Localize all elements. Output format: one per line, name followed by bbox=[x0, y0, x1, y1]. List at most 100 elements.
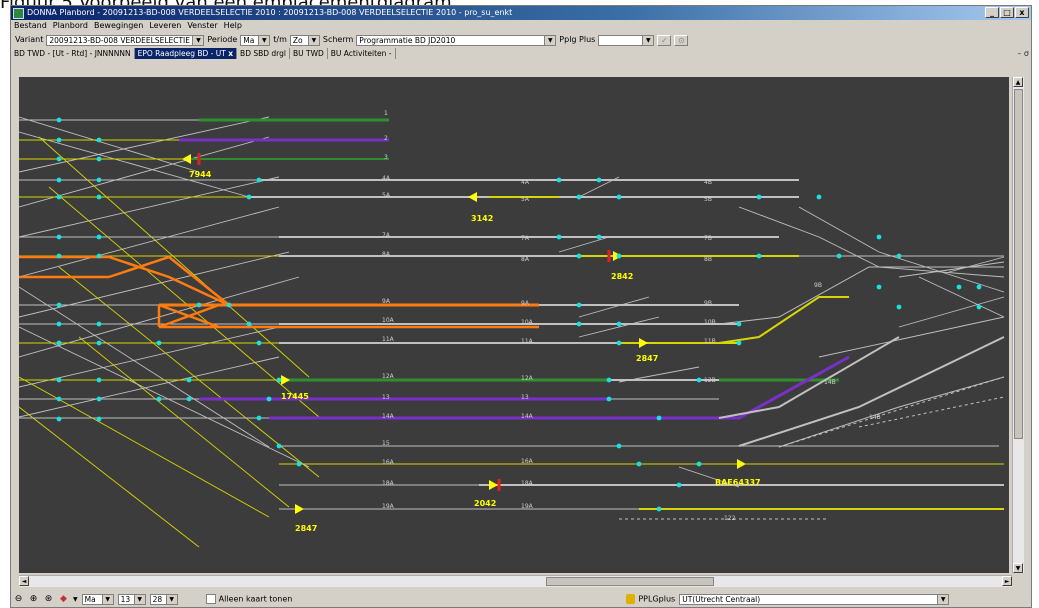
track-label: 8A bbox=[382, 251, 391, 258]
toolbar: Variant 20091213-BD-008 VERDEELSELECTIE … bbox=[11, 33, 1031, 47]
tab-close-icon[interactable]: x bbox=[228, 49, 233, 58]
menu-planbord[interactable]: Planbord bbox=[53, 20, 88, 32]
tm-value: Zo bbox=[292, 35, 303, 45]
vertical-scroll-thumb[interactable] bbox=[1014, 89, 1023, 439]
switch-node bbox=[876, 234, 882, 240]
vertical-scrollbar[interactable]: ▲ ▼ bbox=[1012, 77, 1024, 573]
variant-value: 20091213-BD-008 VERDEELSELECTIE 2010 bbox=[49, 35, 205, 45]
track-label: 9B bbox=[814, 282, 822, 289]
train-label: 2847 bbox=[636, 354, 658, 363]
chevron-down-icon: ▼ bbox=[642, 35, 654, 45]
train-label: BAE64337 bbox=[715, 478, 761, 487]
day-select[interactable]: Ma ▼ bbox=[81, 593, 114, 605]
tab-bd-twd[interactable]: BD TWD - [Ut - Rtd] - JNNNNNN bbox=[11, 48, 135, 59]
maximize-button[interactable]: □ bbox=[1000, 7, 1014, 18]
minimize-button[interactable]: _ bbox=[985, 7, 999, 18]
tab-epo-raadpleeg[interactable]: EPO Raadpleeg BD - UT x bbox=[134, 48, 238, 59]
checkbox-icon[interactable] bbox=[205, 594, 216, 604]
switch-node bbox=[616, 321, 622, 327]
track-label: 12A bbox=[382, 373, 395, 380]
switch-node bbox=[96, 416, 102, 422]
track-label: 18A bbox=[521, 480, 534, 487]
switch-node bbox=[266, 396, 272, 402]
switch-node bbox=[186, 377, 192, 383]
switch-node bbox=[976, 304, 982, 310]
switch-node bbox=[676, 482, 682, 488]
track-label: 122 bbox=[724, 515, 736, 522]
switch-node bbox=[576, 302, 582, 308]
track-label: 12A bbox=[521, 375, 534, 382]
switch-node bbox=[736, 340, 742, 346]
switch-node bbox=[606, 377, 612, 383]
switch-node bbox=[56, 253, 62, 259]
settings-icon[interactable]: ⊙ bbox=[674, 34, 689, 46]
track-label: 16A bbox=[521, 458, 534, 465]
tm-select[interactable]: Zo ▼ bbox=[289, 34, 320, 46]
zoom-out-icon[interactable]: ⊖ bbox=[13, 594, 24, 605]
menu-bewegingen[interactable]: Bewegingen bbox=[94, 20, 143, 32]
close-button[interactable]: x bbox=[1015, 7, 1029, 18]
zoom-fit-icon[interactable]: ⊛ bbox=[43, 594, 54, 605]
scroll-right-icon[interactable]: ► bbox=[1002, 576, 1012, 586]
track-label: 10B bbox=[704, 319, 716, 326]
switch-node bbox=[956, 284, 962, 290]
menu-venster[interactable]: Venster bbox=[187, 20, 217, 32]
tab-bd-sbd[interactable]: BD SBD drgl bbox=[237, 48, 290, 59]
switch-node bbox=[596, 177, 602, 183]
track-label: 3 bbox=[384, 154, 388, 161]
chevron-down-icon: ▼ bbox=[165, 594, 177, 604]
periode-select[interactable]: Ma ▼ bbox=[240, 34, 271, 46]
switch-node bbox=[56, 340, 62, 346]
track-label: 7B bbox=[704, 235, 712, 242]
track-label: 19A bbox=[521, 503, 534, 510]
switch-node bbox=[56, 416, 62, 422]
scroll-up-icon[interactable]: ▲ bbox=[1013, 77, 1023, 87]
pplg-select[interactable]: ▼ bbox=[598, 34, 655, 46]
tabs-controls[interactable]: – σ bbox=[1017, 48, 1029, 59]
hour-select[interactable]: 13 ▼ bbox=[117, 593, 146, 605]
switch-node bbox=[896, 304, 902, 310]
switch-node bbox=[736, 321, 742, 327]
minute-select[interactable]: 28 ▼ bbox=[149, 593, 178, 605]
scroll-down-icon[interactable]: ▼ bbox=[1013, 563, 1023, 573]
chevron-down-icon[interactable]: ▼ bbox=[73, 596, 78, 603]
switch-node bbox=[576, 253, 582, 259]
switch-node bbox=[596, 234, 602, 240]
emplacement-diagram[interactable]: 1 2 3 4A 5A 4A 5A 4B 5B 7A 8A 7A 8A 7B 8… bbox=[19, 77, 1009, 573]
switch-node bbox=[656, 415, 662, 421]
alleen-kaart-checkbox[interactable]: Alleen kaart tonen bbox=[205, 594, 293, 604]
menu-bestand[interactable]: Bestand bbox=[14, 20, 47, 32]
train-label: 3142 bbox=[471, 214, 493, 223]
switch-node bbox=[756, 253, 762, 259]
menu-leveren[interactable]: Leveren bbox=[149, 20, 181, 32]
switch-node bbox=[616, 340, 622, 346]
app-icon bbox=[13, 8, 24, 19]
hour-value: 13 bbox=[120, 594, 131, 604]
station-select[interactable]: UT(Utrecht Centraal) ▼ bbox=[679, 593, 950, 605]
menu-help[interactable]: Help bbox=[224, 20, 242, 32]
train-label: 2842 bbox=[611, 272, 633, 281]
switch-node bbox=[576, 194, 582, 200]
horizontal-scrollbar[interactable]: ◄ ► bbox=[19, 575, 1012, 587]
switch-node bbox=[556, 234, 562, 240]
variant-select[interactable]: 20091213-BD-008 VERDEELSELECTIE 2010 ▼ bbox=[46, 34, 205, 46]
periode-label: Periode bbox=[207, 35, 238, 44]
scroll-left-icon[interactable]: ◄ bbox=[19, 576, 29, 586]
color-icon[interactable]: ◆ bbox=[58, 594, 69, 605]
switch-node bbox=[96, 156, 102, 162]
switch-node bbox=[56, 177, 62, 183]
switch-node bbox=[156, 340, 162, 346]
confirm-icon[interactable]: ✓ bbox=[657, 34, 672, 46]
station-value: UT(Utrecht Centraal) bbox=[682, 594, 761, 604]
menu-bar: Bestand Planbord Bewegingen Leveren Vens… bbox=[11, 20, 1031, 32]
scherm-select[interactable]: Programmatie BD JD2010 ▼ bbox=[356, 34, 557, 46]
switch-node bbox=[616, 253, 622, 259]
track-label: 13 bbox=[521, 394, 529, 401]
window-title: DONNA Planbord - 20091213-BD-008 VERDEEL… bbox=[27, 8, 513, 17]
alleen-kaart-label: Alleen kaart tonen bbox=[218, 594, 293, 604]
horizontal-scroll-thumb[interactable] bbox=[546, 577, 714, 586]
tab-bu-activiteiten[interactable]: BU Activiteiten - bbox=[328, 48, 396, 59]
zoom-in-icon[interactable]: ⊕ bbox=[28, 594, 39, 605]
switch-node bbox=[96, 340, 102, 346]
tab-bu-twd[interactable]: BU TWD bbox=[290, 48, 328, 59]
